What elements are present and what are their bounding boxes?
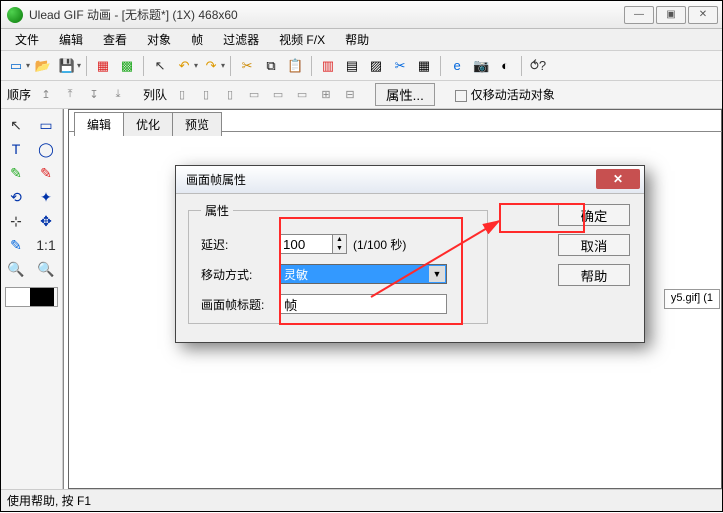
- menu-frame[interactable]: 帧: [183, 29, 211, 50]
- menu-help[interactable]: 帮助: [337, 29, 377, 50]
- paste-icon[interactable]: 📋: [284, 55, 306, 77]
- order-bottom-icon[interactable]: ⤓: [109, 86, 127, 104]
- align-top-icon[interactable]: ▭: [245, 86, 263, 104]
- move-method-value: 灵敏: [284, 266, 308, 283]
- frame-title-label: 画面帧标题:: [201, 296, 279, 313]
- window-titlebar: Ulead GIF 动画 - [无标题*] (1X) 468x60 — ▣ ✕: [1, 1, 722, 29]
- only-active-checkbox[interactable]: 仅移动活动对象: [455, 86, 555, 103]
- main-toolbar: ▭▾ 📂 💾▾ ▦ ▩ ↖ ↶▾ ↷▾ ✂ ⧉ 📋 ▥ ▤ ▨ ✂ ▦ e 📷 …: [1, 51, 722, 81]
- delay-label: 延迟:: [201, 236, 279, 253]
- cut-icon[interactable]: ✂: [236, 55, 258, 77]
- order-toolbar: 顺序 ↥ ⤒ ↧ ⤓ 列队 ▯ ▯ ▯ ▭ ▭ ▭ ⊞ ⊟ 属性... 仅移动活…: [1, 81, 722, 109]
- delay-unit: (1/100 秒): [353, 236, 406, 253]
- move-method-combo[interactable]: 灵敏 ▼: [279, 264, 447, 284]
- pointer-icon[interactable]: ↖: [149, 55, 171, 77]
- menu-bar: 文件 编辑 查看 对象 帧 过滤器 视频 F/X 帮助: [1, 29, 722, 51]
- wizard-icon[interactable]: ▦: [92, 55, 114, 77]
- queue-label: 列队: [143, 86, 167, 103]
- whats-this-icon[interactable]: ⥀?: [527, 55, 549, 77]
- menu-file[interactable]: 文件: [7, 29, 47, 50]
- window-close-button[interactable]: ✕: [688, 6, 718, 24]
- maximize-button[interactable]: ▣: [656, 6, 686, 24]
- fieldset-legend: 属性: [201, 202, 233, 219]
- menu-filter[interactable]: 过滤器: [215, 29, 267, 50]
- menu-videofx[interactable]: 视频 F/X: [271, 29, 333, 50]
- zoomin-tool-icon[interactable]: 🔍: [1, 257, 31, 281]
- camera-icon[interactable]: 📷: [470, 55, 492, 77]
- color-swatches[interactable]: [5, 287, 58, 307]
- optimize-icon[interactable]: ▩: [116, 55, 138, 77]
- frame-title-input[interactable]: [279, 294, 447, 314]
- align-center-icon[interactable]: ▯: [197, 86, 215, 104]
- dist-h-icon[interactable]: ⊞: [317, 86, 335, 104]
- wand-tool-icon[interactable]: ✦: [31, 185, 61, 209]
- move-tool-icon[interactable]: ✥: [31, 209, 61, 233]
- menu-edit[interactable]: 编辑: [51, 29, 91, 50]
- delete-icon[interactable]: ▥: [317, 55, 339, 77]
- move-method-label: 移动方式:: [201, 266, 279, 283]
- frame-dup-icon[interactable]: ▨: [365, 55, 387, 77]
- delay-input[interactable]: [279, 234, 333, 254]
- zoomout-tool-icon[interactable]: 🔍: [31, 257, 61, 281]
- tab-preview[interactable]: 预览: [172, 112, 222, 136]
- tab-edit[interactable]: 编辑: [74, 112, 124, 136]
- align-icon[interactable]: ▦: [413, 55, 435, 77]
- dialog-title: 画面帧属性: [186, 171, 246, 188]
- order-top-icon[interactable]: ⤒: [61, 86, 79, 104]
- status-text: 使用帮助, 按 F1: [7, 492, 91, 509]
- delay-spinner[interactable]: ▲▼: [333, 234, 347, 254]
- order-down-icon[interactable]: ↧: [85, 86, 103, 104]
- align-bot-icon[interactable]: ▭: [293, 86, 311, 104]
- frame-add-icon[interactable]: ▤: [341, 55, 363, 77]
- save-icon[interactable]: 💾: [56, 55, 78, 77]
- align-right-icon[interactable]: ▯: [221, 86, 239, 104]
- window-title: Ulead GIF 动画 - [无标题*] (1X) 468x60: [29, 6, 624, 23]
- order-label: 顺序: [7, 86, 31, 103]
- oval-tool-icon[interactable]: ◯: [31, 137, 61, 161]
- app-icon: [7, 7, 23, 23]
- tag-icon[interactable]: ◐: [494, 55, 516, 77]
- open-icon[interactable]: 📂: [32, 55, 54, 77]
- new-icon[interactable]: ▭: [5, 55, 27, 77]
- marquee-tool-icon[interactable]: ▭: [31, 113, 61, 137]
- help-button[interactable]: 帮助: [558, 264, 630, 286]
- dist-v-icon[interactable]: ⊟: [341, 86, 359, 104]
- align-mid-icon[interactable]: ▭: [269, 86, 287, 104]
- chevron-down-icon: ▼: [429, 266, 445, 282]
- align-left-icon[interactable]: ▯: [173, 86, 191, 104]
- undo-icon[interactable]: ↶: [173, 55, 195, 77]
- menu-view[interactable]: 查看: [95, 29, 135, 50]
- pencil-tool-icon[interactable]: ✎: [31, 161, 61, 185]
- brush-tool-icon[interactable]: ✎: [1, 161, 31, 185]
- lasso-tool-icon[interactable]: ⟲: [1, 185, 31, 209]
- redo-icon[interactable]: ↷: [200, 55, 222, 77]
- properties-fieldset: 属性 延迟: ▲▼ (1/100 秒) 移动方式: 灵敏 ▼ 画面帧标题:: [188, 202, 488, 324]
- status-bar: 使用帮助, 按 F1: [1, 489, 722, 511]
- arrow-tool-icon[interactable]: ↖: [1, 113, 31, 137]
- link-icon[interactable]: ✂: [389, 55, 411, 77]
- properties-button[interactable]: 属性...: [375, 83, 435, 106]
- web-icon[interactable]: e: [446, 55, 468, 77]
- ok-button[interactable]: 确定: [558, 204, 630, 226]
- tab-optimize[interactable]: 优化: [123, 112, 173, 136]
- dialog-close-button[interactable]: ✕: [596, 169, 640, 189]
- dialog-titlebar[interactable]: 画面帧属性 ✕: [176, 166, 644, 194]
- eyedrop-tool-icon[interactable]: ✎: [1, 233, 31, 257]
- copy-icon[interactable]: ⧉: [260, 55, 282, 77]
- menu-object[interactable]: 对象: [139, 29, 179, 50]
- order-up-icon[interactable]: ↥: [37, 86, 55, 104]
- oneone-tool-icon[interactable]: 1:1: [31, 233, 61, 257]
- cancel-button[interactable]: 取消: [558, 234, 630, 256]
- tool-palette: ↖▭ T◯ ✎✎ ⟲✦ ⊹✥ ✎1:1 🔍🔍: [1, 109, 63, 489]
- frame-properties-dialog: 画面帧属性 ✕ 属性 延迟: ▲▼ (1/100 秒) 移动方式: 灵敏 ▼ 画…: [175, 165, 645, 343]
- text-tool-icon[interactable]: T: [1, 137, 31, 161]
- crop-tool-icon[interactable]: ⊹: [1, 209, 31, 233]
- only-active-label: 仅移动活动对象: [471, 88, 555, 102]
- minimize-button[interactable]: —: [624, 6, 654, 24]
- thumbnail-label[interactable]: y5.gif] (1: [664, 289, 720, 309]
